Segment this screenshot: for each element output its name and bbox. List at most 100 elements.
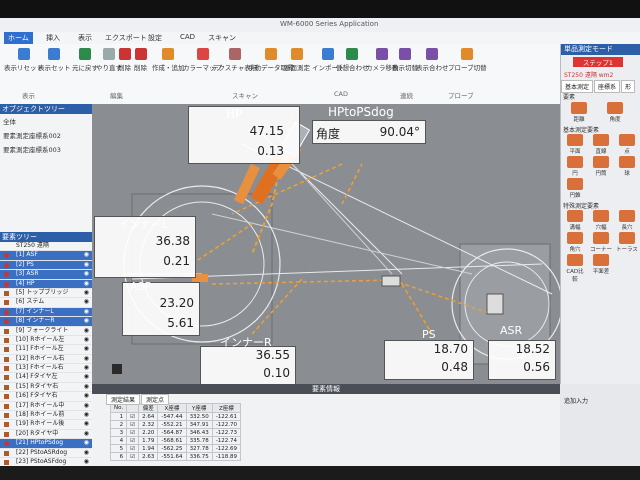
element-tree-item[interactable]: [2] PS ◉ <box>0 260 92 271</box>
element-tree-item[interactable]: [18] Rホイール前 ◉ <box>0 411 92 421</box>
section-measure-button[interactable]: 断面測定 <box>284 48 310 72</box>
delete-button[interactable]: 削除 <box>118 48 131 72</box>
eye-icon[interactable]: ◉ <box>84 383 89 391</box>
eye-icon[interactable]: ◉ <box>84 364 89 372</box>
element-tree-item[interactable]: [19] Rホイール後 ◉ <box>0 420 92 430</box>
line-icon[interactable] <box>593 134 609 146</box>
cad-compare-icon[interactable] <box>567 254 583 266</box>
eye-icon[interactable]: ◉ <box>84 449 89 457</box>
tree-item-coord003[interactable]: 要素測定座標系003 <box>0 142 92 156</box>
eye-icon[interactable]: ◉ <box>84 317 89 325</box>
corner-icon[interactable] <box>593 232 609 244</box>
tab-coord[interactable]: 座標系 <box>594 80 621 93</box>
element-tree-item[interactable]: [7] インナーL ◉ <box>0 307 92 318</box>
element-tree-item[interactable]: [22] PStoASRdog ◉ <box>0 449 92 458</box>
tab-shape[interactable]: 形 <box>621 80 636 93</box>
eye-icon[interactable]: ◉ <box>84 280 89 288</box>
eye-icon[interactable]: ◉ <box>84 251 89 259</box>
table-cell[interactable]: ☑ <box>126 428 140 437</box>
table-row[interactable]: 2 ☑ 2.32 -552.21 347.91 -122.70 <box>109 420 242 429</box>
circle-icon[interactable] <box>567 156 583 168</box>
eye-icon[interactable]: ◉ <box>84 355 89 363</box>
hole-icon[interactable] <box>593 210 609 222</box>
undo-button[interactable]: 元に戻す <box>72 48 98 72</box>
angle-icon[interactable] <box>607 102 623 114</box>
tree-item-coord002[interactable]: 要素測定座標系002 <box>0 128 92 142</box>
element-tree-item[interactable]: [16] Fタイヤ右 ◉ <box>0 392 92 402</box>
eye-icon[interactable]: ◉ <box>84 458 89 466</box>
eye-icon[interactable]: ◉ <box>84 308 89 316</box>
eye-icon[interactable]: ◉ <box>84 289 89 297</box>
eye-icon[interactable]: ◉ <box>84 430 89 438</box>
slot-icon[interactable] <box>619 210 635 222</box>
element-tree-item[interactable]: [10] Rホイール左 ◉ <box>0 336 92 346</box>
table-row[interactable]: 1 ☑ 2.64 -547.44 332.50 -122.61 <box>109 412 242 421</box>
torus-icon[interactable] <box>619 232 635 244</box>
create-add-button[interactable]: 作成・追加 <box>152 48 185 72</box>
eye-icon[interactable]: ◉ <box>84 373 89 381</box>
eye-icon[interactable]: ◉ <box>84 420 89 428</box>
table-cell[interactable]: ☑ <box>126 412 140 421</box>
plane-diff-icon[interactable] <box>593 254 609 266</box>
element-tree-item[interactable]: [14] Fタイヤ左 ◉ <box>0 373 92 383</box>
eye-icon[interactable]: ◉ <box>84 392 89 400</box>
element-tree-item[interactable]: [4] HP ◉ <box>0 279 92 289</box>
element-tree-item[interactable]: [8] インナーR ◉ <box>0 317 92 327</box>
table-cell[interactable]: ☑ <box>126 444 140 453</box>
table-row[interactable]: 5 ☑ 1.94 -562.25 327.78 -122.69 <box>109 444 242 453</box>
tab-results[interactable]: 測定結果 <box>106 394 141 405</box>
eye-icon[interactable]: ◉ <box>84 439 89 447</box>
virtual-align-button[interactable]: 仮想合わせ <box>336 48 369 72</box>
groove-icon[interactable] <box>567 210 583 222</box>
tab-view[interactable]: 表示 <box>78 33 92 43</box>
table-row[interactable]: 4 ☑ 1.79 -568.61 335.78 -122.74 <box>109 436 242 445</box>
tab-insert[interactable]: 挿入 <box>46 33 60 43</box>
3d-viewport[interactable]: HP 47.15 0.13 HPtoPSdog 角度 90.04° インナーL … <box>92 104 560 384</box>
eye-icon[interactable]: ◉ <box>84 345 89 353</box>
table-cell[interactable]: ☑ <box>126 452 140 461</box>
element-tree-item[interactable]: [11] Fホイール左 ◉ <box>0 345 92 355</box>
element-tree-item[interactable]: [6] ステム ◉ <box>0 298 92 308</box>
element-tree-item[interactable]: [5] トップブリッジ ◉ <box>0 289 92 299</box>
sphere-icon[interactable] <box>619 156 635 168</box>
eye-icon[interactable]: ◉ <box>84 261 89 269</box>
cone-icon[interactable] <box>567 178 583 190</box>
delete2-button[interactable]: 削除 <box>134 48 147 72</box>
tab-scan[interactable]: スキャン <box>208 33 236 43</box>
eye-icon[interactable]: ◉ <box>84 298 89 306</box>
element-tree-item[interactable]: [17] Rホイール中 ◉ <box>0 402 92 412</box>
cylinder-icon[interactable] <box>593 156 609 168</box>
tab-cad[interactable]: CAD <box>180 33 195 41</box>
step-input[interactable]: ステップ1 <box>573 57 623 67</box>
eye-icon[interactable]: ◉ <box>84 402 89 410</box>
tab-settings[interactable]: 設定 <box>148 33 162 43</box>
tab-home[interactable]: ホーム <box>4 32 33 44</box>
plane-icon[interactable] <box>567 134 583 146</box>
eye-icon[interactable]: ◉ <box>84 270 89 278</box>
eye-icon[interactable]: ◉ <box>84 336 89 344</box>
element-tree-item[interactable]: [12] Rホイール右 ◉ <box>0 355 92 365</box>
element-tree-item[interactable]: [20] Rタイヤ中 ◉ <box>0 430 92 440</box>
table-cell[interactable]: ☑ <box>126 420 140 429</box>
display-align-button[interactable]: 表示合わせ <box>416 48 449 72</box>
eye-icon[interactable]: ◉ <box>84 411 89 419</box>
table-row[interactable]: 6 ☑ 2.63 -551.64 336.75 -118.89 <box>109 452 242 461</box>
display-switch-button[interactable]: 表示切替 <box>392 48 418 72</box>
tree-item-all[interactable]: 全体 <box>0 114 92 128</box>
element-tree-item[interactable]: [1] ASF ◉ <box>0 251 92 261</box>
set-view-button[interactable]: 表示セット <box>38 48 71 72</box>
tree-root[interactable]: ST250 遠隔 <box>0 242 92 252</box>
element-tree-item[interactable]: [15] Rタイヤ右 ◉ <box>0 383 92 393</box>
element-tree-item[interactable]: [21] HPtoPSdog ◉ <box>0 439 92 449</box>
table-row[interactable]: 3 ☑ 2.20 -564.87 346.43 -122.73 <box>109 428 242 437</box>
distance-icon[interactable] <box>571 102 587 114</box>
tab-export[interactable]: エクスポート <box>105 33 147 43</box>
eye-icon[interactable]: ◉ <box>84 327 89 335</box>
element-tree-item[interactable]: [3] ASR ◉ <box>0 270 92 280</box>
table-cell[interactable]: ☑ <box>126 436 140 445</box>
point-icon[interactable] <box>619 134 635 146</box>
probe-switch-button[interactable]: プローブ切替 <box>448 48 487 72</box>
element-tree-item[interactable]: [23] PStoASFdog ◉ <box>0 458 92 466</box>
square-hole-icon[interactable] <box>567 232 583 244</box>
element-tree-item[interactable]: [9] フォークライト ◉ <box>0 327 92 336</box>
